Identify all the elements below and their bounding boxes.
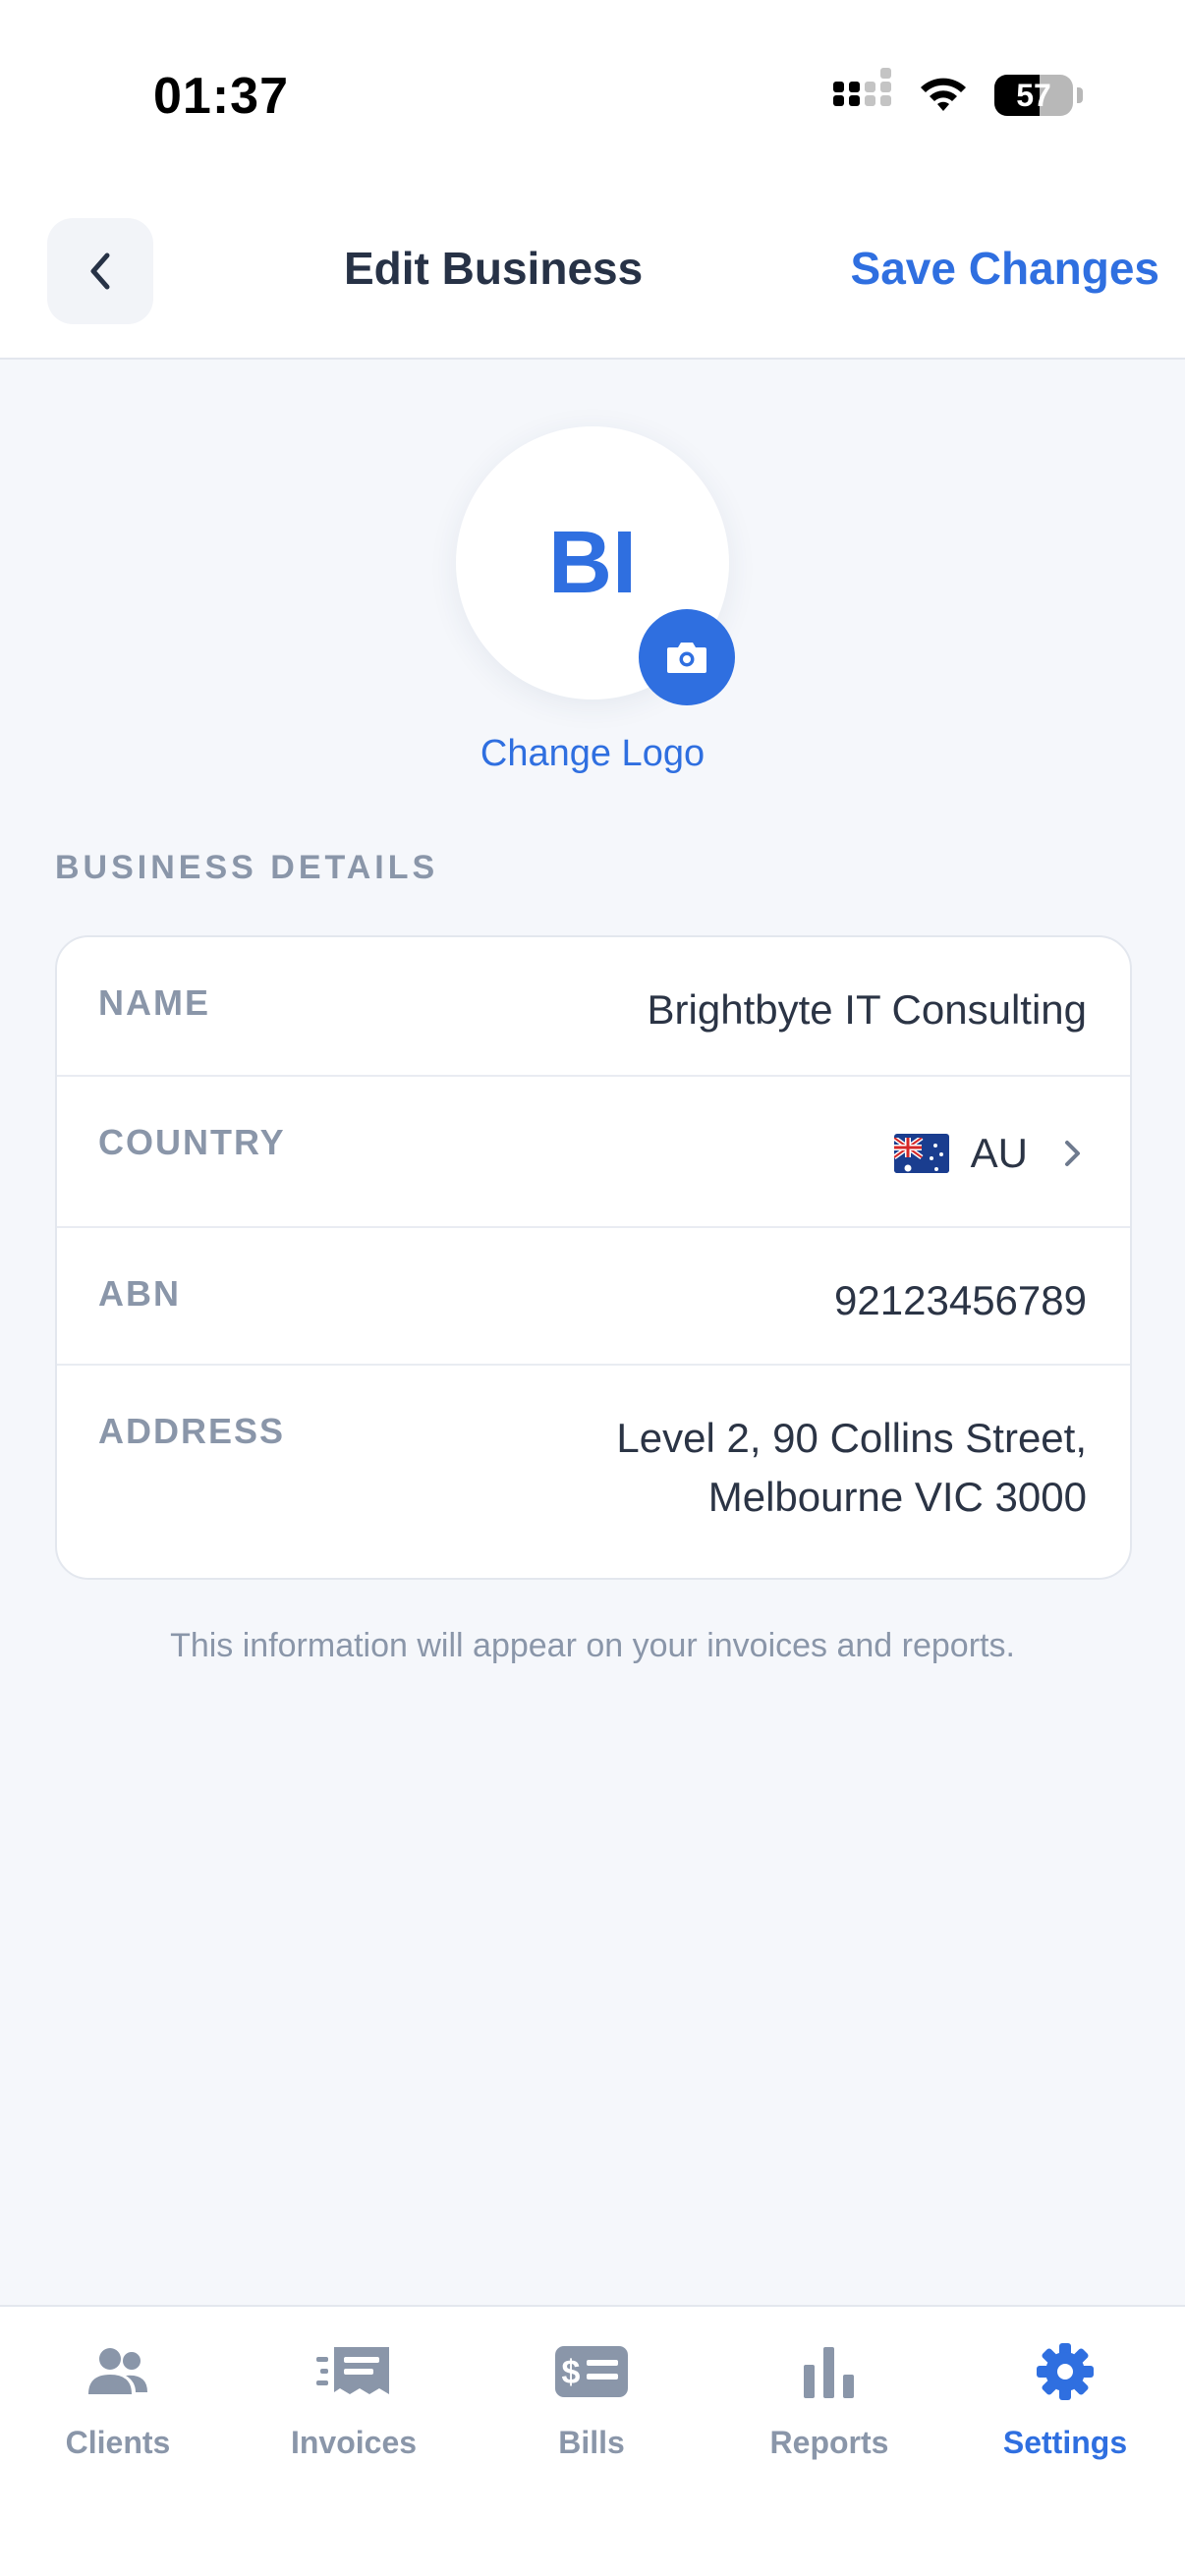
address-line-1: Level 2, 90 Collins Street, bbox=[616, 1415, 1087, 1461]
address-row[interactable]: ADDRESS Level 2, 90 Collins Street, Melb… bbox=[57, 1366, 1130, 1578]
battery-level: 57 bbox=[1016, 77, 1051, 113]
tab-clients[interactable]: Clients bbox=[20, 2336, 216, 2461]
status-icons: 57 bbox=[833, 68, 1083, 120]
address-label: ADDRESS bbox=[98, 1411, 286, 1451]
status-bar: 01:37 57 bbox=[0, 0, 1185, 187]
camera-button[interactable] bbox=[639, 609, 735, 705]
country-code: AU bbox=[970, 1130, 1028, 1176]
australia-flag-icon bbox=[893, 1134, 949, 1173]
wifi-icon bbox=[921, 78, 966, 111]
business-details-card: NAME Brightbyte IT Consulting COUNTRY AU… bbox=[55, 935, 1132, 1580]
bill-icon: $ bbox=[555, 2346, 628, 2397]
save-changes-button[interactable]: Save Changes bbox=[851, 242, 1159, 295]
battery-icon: 57 bbox=[994, 75, 1073, 116]
name-value[interactable]: Brightbyte IT Consulting bbox=[648, 980, 1087, 1039]
abn-label: ABN bbox=[98, 1273, 181, 1314]
tab-bar: Clients Invoices $ Bills Reports Setting… bbox=[0, 2305, 1185, 2576]
country-label: COUNTRY bbox=[98, 1122, 286, 1162]
status-time: 01:37 bbox=[153, 68, 289, 125]
tab-reports[interactable]: Reports bbox=[731, 2336, 928, 2461]
name-label: NAME bbox=[98, 982, 210, 1023]
abn-row[interactable]: ABN 92123456789 bbox=[57, 1228, 1130, 1366]
tab-label: Reports bbox=[769, 2425, 889, 2460]
tab-invoices[interactable]: Invoices bbox=[255, 2336, 452, 2461]
change-logo-link[interactable]: Change Logo bbox=[0, 733, 1185, 775]
gear-icon bbox=[1037, 2343, 1094, 2400]
page-title: Edit Business bbox=[344, 243, 644, 294]
chevron-left-icon bbox=[90, 252, 110, 290]
country-value-group[interactable]: AU bbox=[893, 1124, 1087, 1183]
tab-label: Invoices bbox=[290, 2425, 418, 2460]
screen: 01:37 57 Edit Business Save Changes BI C… bbox=[0, 0, 1185, 2576]
country-row[interactable]: COUNTRY AU bbox=[57, 1077, 1130, 1228]
address-line-2: Melbourne VIC 3000 bbox=[707, 1474, 1087, 1520]
users-icon bbox=[88, 2348, 147, 2394]
svg-text:$: $ bbox=[562, 2354, 581, 2391]
tab-settings[interactable]: Settings bbox=[967, 2336, 1163, 2461]
info-note: This information will appear on your inv… bbox=[170, 1627, 1015, 1664]
address-value[interactable]: Level 2, 90 Collins Street, Melbourne VI… bbox=[616, 1409, 1087, 1527]
tab-bills[interactable]: $ Bills bbox=[493, 2336, 690, 2461]
invoice-icon bbox=[316, 2347, 389, 2394]
nav-header: Edit Business Save Changes bbox=[0, 187, 1185, 360]
section-label: BUSINESS DETAILS bbox=[55, 849, 439, 886]
tab-label: Bills bbox=[558, 2425, 625, 2460]
tab-label: Settings bbox=[1002, 2425, 1128, 2460]
back-button[interactable] bbox=[47, 218, 153, 324]
tab-label: Clients bbox=[65, 2425, 171, 2460]
abn-value[interactable]: 92123456789 bbox=[834, 1271, 1087, 1330]
name-row[interactable]: NAME Brightbyte IT Consulting bbox=[57, 937, 1130, 1077]
camera-icon bbox=[667, 643, 706, 673]
battery-tip bbox=[1077, 87, 1083, 103]
cellular-signal-icon bbox=[833, 68, 892, 115]
chevron-right-icon bbox=[1065, 1141, 1080, 1166]
business-logo[interactable]: BI bbox=[456, 426, 735, 705]
bar-chart-icon bbox=[804, 2347, 854, 2398]
